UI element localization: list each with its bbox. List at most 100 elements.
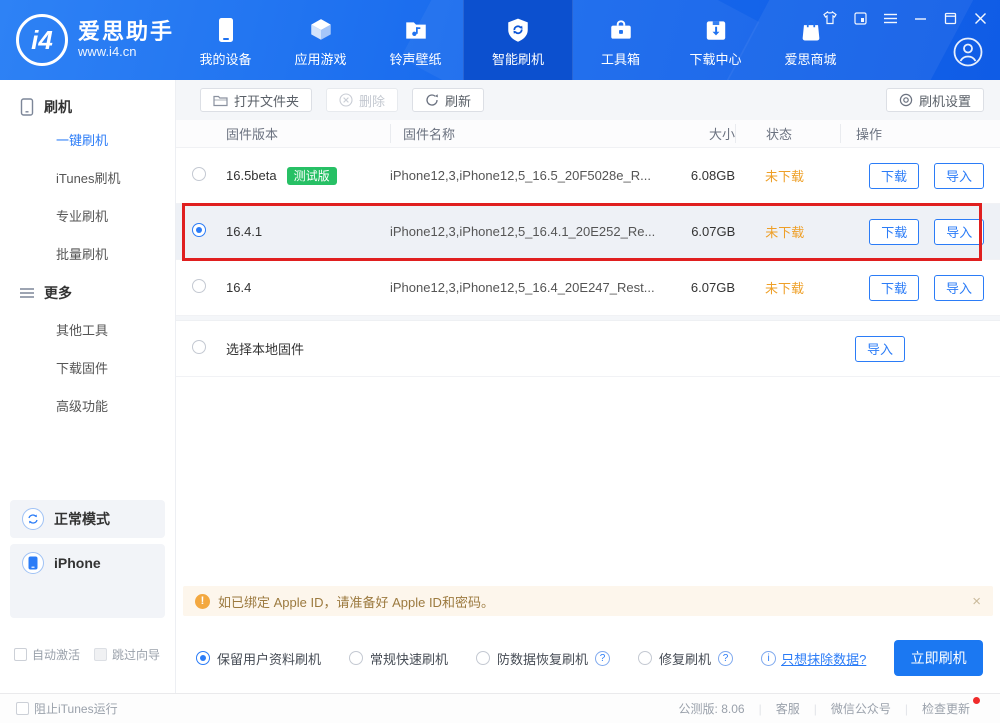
nav-tab-download-center[interactable]: 下载中心 — [668, 0, 763, 80]
device-icon — [215, 13, 237, 43]
user-avatar-icon[interactable] — [952, 36, 984, 68]
sidebar-item-itunes-flash[interactable]: iTunes刷机 — [0, 160, 175, 198]
option-keep-user-data[interactable]: 保留用户资料刷机 — [196, 649, 321, 668]
flash-settings-button[interactable]: 刷机设置 — [886, 88, 984, 112]
minimize-icon[interactable] — [912, 10, 928, 26]
option-regular-quick-flash[interactable]: 常规快速刷机 — [349, 649, 448, 668]
firmware-name: iPhone12,3,iPhone12,5_16.5_20F5028e_R... — [390, 168, 655, 183]
nav-label: 智能刷机 — [492, 49, 544, 68]
option-radio[interactable] — [476, 651, 490, 665]
customer-service-link[interactable]: 客服 — [762, 700, 814, 717]
import-button[interactable]: 导入 — [934, 275, 984, 301]
warning-icon: ! — [195, 594, 210, 609]
nav-tab-ringtones-wallpapers[interactable]: 铃声壁纸 — [368, 0, 463, 80]
nav-label: 应用游戏 — [294, 49, 346, 68]
import-button[interactable]: 导入 — [855, 336, 905, 362]
erase-data-link[interactable]: i 只想抹除数据? — [761, 649, 866, 668]
firmware-row[interactable]: 16.5beta 测试版 iPhone12,3,iPhone12,5_16.5_… — [176, 148, 1000, 204]
col-header-version: 固件版本 — [226, 124, 390, 143]
sidebar-item-pro-flash[interactable]: 专业刷机 — [0, 198, 175, 236]
check-update-link[interactable]: 检查更新 — [908, 700, 984, 717]
main-nav: 我的设备 应用游戏 铃声壁纸 智能刷机 — [178, 0, 858, 80]
help-icon[interactable]: ? — [718, 651, 733, 666]
nav-tab-my-devices[interactable]: 我的设备 — [178, 0, 273, 80]
delete-button[interactable]: 删除 — [326, 88, 398, 112]
nav-tab-smart-flash[interactable]: 智能刷机 — [463, 0, 573, 80]
menu-icon[interactable] — [882, 10, 898, 26]
download-button[interactable]: 下载 — [869, 275, 919, 301]
local-firmware-label: 选择本地固件 — [226, 339, 304, 358]
checkbox-icon — [14, 648, 27, 661]
sidebar-item-download-firmware[interactable]: 下载固件 — [0, 350, 175, 388]
firmware-radio[interactable] — [192, 167, 206, 181]
flash-options-bar: 保留用户资料刷机 常规快速刷机 防数据恢复刷机 ? 修复刷机 ? i 只想抹除数… — [176, 632, 1000, 684]
nav-label: 铃声壁纸 — [389, 49, 441, 68]
option-anti-data-recovery-flash[interactable]: 防数据恢复刷机 ? — [476, 649, 610, 668]
refresh-button[interactable]: 刷新 — [412, 88, 484, 112]
option-radio[interactable] — [349, 651, 363, 665]
firmware-radio-checked[interactable] — [192, 223, 206, 237]
flash-now-button[interactable]: 立即刷机 — [894, 640, 983, 676]
i4-logo-icon: i4 — [16, 14, 68, 66]
device-mode-card[interactable]: 正常模式 — [10, 500, 165, 538]
status-bar-links: 公测版: 8.06 | 客服 | 微信公众号 | 检查更新 — [679, 700, 984, 717]
update-notification-dot — [973, 697, 980, 704]
status-bar: 阻止iTunes运行 公测版: 8.06 | 客服 | 微信公众号 | 检查更新 — [0, 693, 1000, 723]
notice-close-icon[interactable]: × — [972, 593, 981, 610]
local-firmware-row[interactable]: 选择本地固件 导入 — [176, 321, 1000, 377]
table-header: 固件版本 固件名称 大小 状态 操作 — [176, 120, 1000, 148]
maximize-icon[interactable] — [942, 10, 958, 26]
col-header-actions: 操作 — [840, 124, 984, 143]
firmware-name: iPhone12,3,iPhone12,5_16.4.1_20E252_Re..… — [390, 224, 655, 239]
device-mode-label: 正常模式 — [54, 509, 110, 529]
nav-label: 我的设备 — [199, 49, 251, 68]
import-button[interactable]: 导入 — [934, 163, 984, 189]
block-itunes-checkbox[interactable]: 阻止iTunes运行 — [16, 700, 118, 717]
app-header: i4 爱思助手 www.i4.cn 我的设备 应用游戏 — [0, 0, 1000, 80]
theme-skin-icon[interactable] — [822, 10, 838, 26]
option-repair-flash[interactable]: 修复刷机 ? — [638, 649, 733, 668]
close-icon[interactable] — [972, 10, 988, 26]
download-box-icon — [703, 13, 729, 43]
firmware-size: 6.07GB — [655, 280, 735, 295]
download-button[interactable]: 下载 — [869, 163, 919, 189]
status-badge: 未下载 — [765, 225, 804, 240]
import-button[interactable]: 导入 — [934, 219, 984, 245]
option-radio[interactable] — [638, 651, 652, 665]
sync-mode-icon — [22, 508, 44, 530]
delete-circle-icon — [339, 93, 353, 107]
option-radio-checked[interactable] — [196, 651, 210, 665]
refresh-icon — [425, 93, 439, 107]
sidebar-item-advanced-features[interactable]: 高级功能 — [0, 388, 175, 426]
wechat-official-link[interactable]: 微信公众号 — [817, 700, 905, 717]
nav-label: 下载中心 — [689, 49, 741, 68]
firmware-size: 6.08GB — [655, 168, 735, 183]
info-icon: i — [761, 651, 776, 666]
firmware-row[interactable]: 16.4 iPhone12,3,iPhone12,5_16.4_20E247_R… — [176, 260, 1000, 316]
mini-mode-icon[interactable] — [852, 10, 868, 26]
app-version-label: 公测版: 8.06 — [679, 700, 759, 717]
shield-refresh-icon — [505, 13, 531, 43]
firmware-radio[interactable] — [192, 279, 206, 293]
col-header-status: 状态 — [735, 124, 840, 143]
notice-text: 如已绑定 Apple ID，请准备好 Apple ID和密码。 — [218, 592, 494, 611]
download-button[interactable]: 下载 — [869, 219, 919, 245]
nav-tab-apps-games[interactable]: 应用游戏 — [273, 0, 368, 80]
nav-tab-toolbox[interactable]: 工具箱 — [573, 0, 668, 80]
sidebar-item-one-click-flash[interactable]: 一键刷机 — [0, 122, 175, 160]
firmware-row-selected[interactable]: 16.4.1 iPhone12,3,iPhone12,5_16.4.1_20E2… — [176, 204, 1000, 260]
sidebar-item-batch-flash[interactable]: 批量刷机 — [0, 236, 175, 274]
menu-lines-icon — [20, 287, 34, 299]
local-firmware-radio[interactable] — [192, 340, 206, 354]
status-badge: 未下载 — [765, 281, 804, 296]
col-header-size: 大小 — [655, 124, 735, 143]
iphone-icon — [22, 552, 44, 574]
firmware-name: iPhone12,3,iPhone12,5_16.4_20E247_Rest..… — [390, 280, 655, 295]
app-site-url: www.i4.cn — [78, 44, 174, 60]
help-icon[interactable]: ? — [595, 651, 610, 666]
sidebar-item-other-tools[interactable]: 其他工具 — [0, 312, 175, 350]
open-folder-button[interactable]: 打开文件夹 — [200, 88, 312, 112]
auto-activate-checkbox[interactable]: 自动激活 — [14, 646, 80, 663]
skip-wizard-checkbox[interactable]: 跳过向导 — [94, 646, 160, 663]
connected-device-card[interactable]: iPhone — [10, 544, 165, 618]
